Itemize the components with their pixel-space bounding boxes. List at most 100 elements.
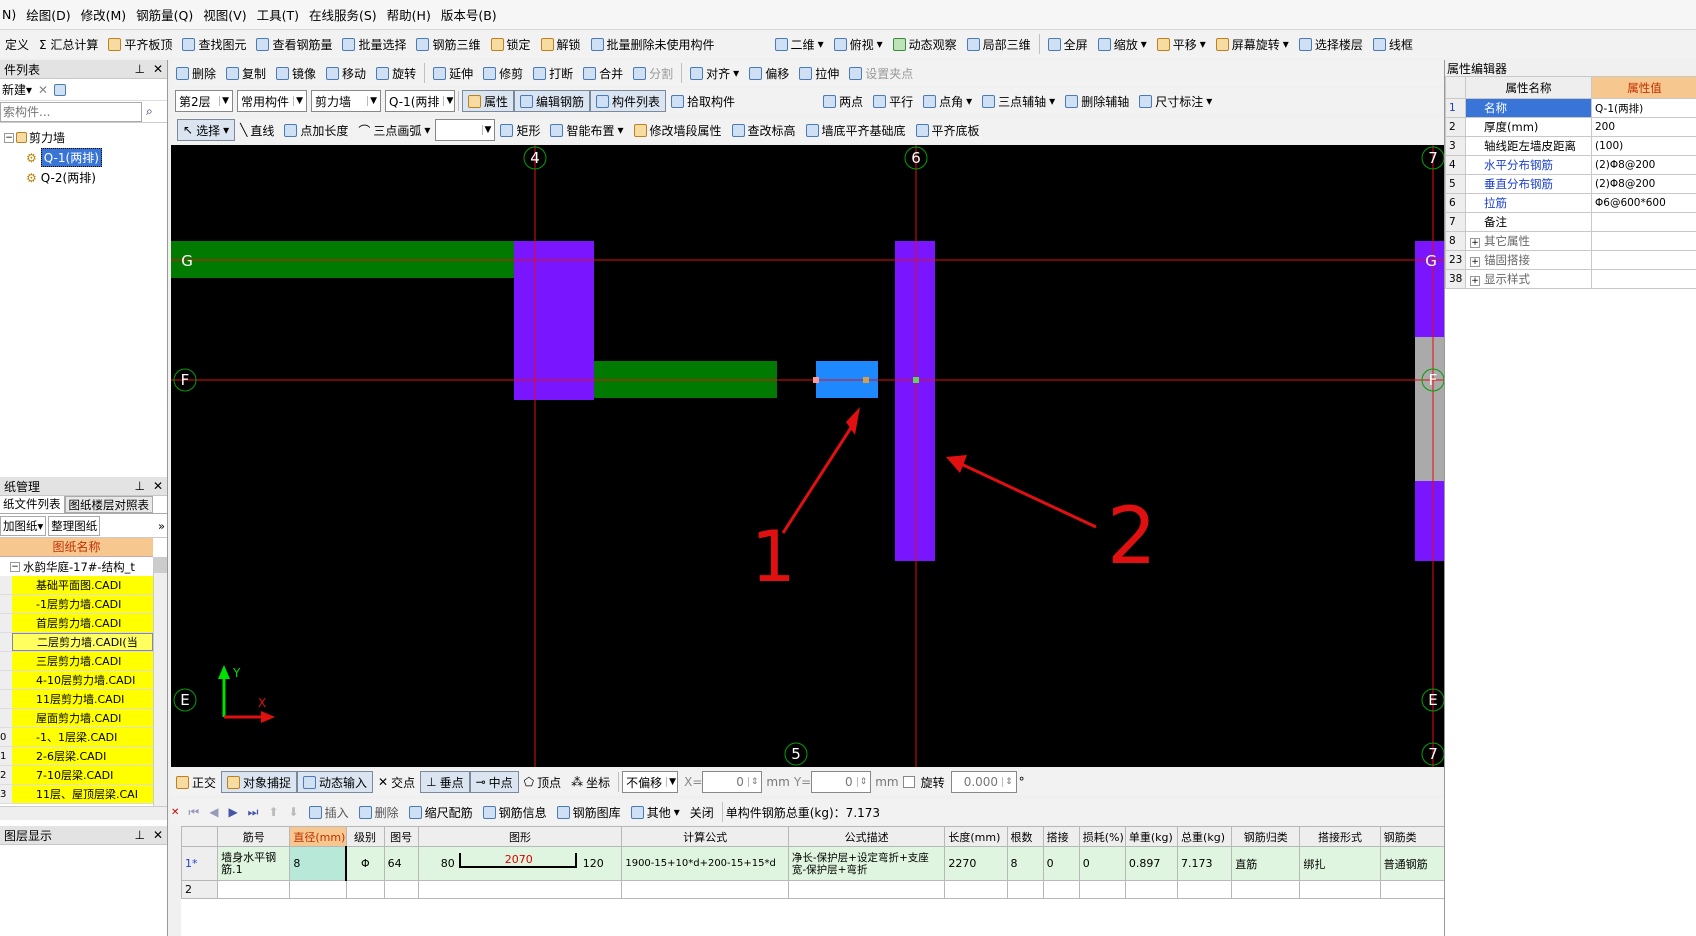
drawing-canvas[interactable]: 4 6 7 5 7 G F E G F E Y X 1 2 <box>171 145 1444 767</box>
y-input[interactable]: 0 ⇕ <box>811 771 872 793</box>
delete-row-button[interactable]: 删除 <box>354 801 404 823</box>
set-grip-button[interactable]: 设置夹点 <box>844 62 918 84</box>
drawing-list-item[interactable]: 首层剪力墙.CADI <box>0 614 153 633</box>
fullscreen-button[interactable]: 全屏 <box>1043 33 1093 55</box>
more-icon[interactable]: » <box>158 519 165 533</box>
other-button[interactable]: 其他 ▾ <box>626 801 685 823</box>
rebar-3d-button[interactable]: 钢筋三维 <box>411 33 485 55</box>
property-value[interactable] <box>1591 269 1696 289</box>
break-button[interactable]: 打断 <box>528 62 578 84</box>
up-icon[interactable]: ⬆ <box>268 805 278 819</box>
object-snap-toggle[interactable]: 对象捕捉 <box>221 771 298 793</box>
copy-icon[interactable] <box>54 83 67 96</box>
property-row[interactable]: 23 + 锚固搭接 <box>1445 250 1696 270</box>
figure-no-cell[interactable]: 64 <box>383 846 419 881</box>
top-view-button[interactable]: 俯视 ▾ <box>829 33 888 55</box>
axis-bubble-6[interactable]: 6 <box>904 146 928 170</box>
menu-item-help[interactable]: 帮助(H) <box>387 5 431 24</box>
menu-item-rebar-quantity[interactable]: 钢筋量(Q) <box>136 5 193 24</box>
drawing-group[interactable]: − 水韵华庭-17#-结构_t <box>0 557 153 576</box>
add-drawing-button[interactable]: 加图纸▾ <box>0 515 47 536</box>
component-search-input[interactable] <box>0 101 142 122</box>
insert-button[interactable]: 插入 <box>304 801 354 823</box>
drawing-list-item[interactable]: 2 7-10层梁.CADI <box>0 766 153 785</box>
point-angle-button[interactable]: 点角 ▾ <box>918 90 977 112</box>
floor-select[interactable]: 第2层 ▼ <box>175 90 233 112</box>
find-element-button[interactable]: 查找图元 <box>177 33 251 55</box>
close-button[interactable]: 关闭 <box>685 801 719 823</box>
dimension-button[interactable]: 尺寸标注 ▾ <box>1134 90 1217 112</box>
unit-weight-cell[interactable]: 0.897 <box>1124 846 1179 881</box>
coordinate-snap[interactable]: ⁂ 坐标 <box>566 771 615 793</box>
select-button[interactable]: ↖ 选择 ▾ <box>177 119 236 141</box>
delete-axis-button[interactable]: 删除辅轴 <box>1060 90 1134 112</box>
drawing-list-item[interactable]: 4-10层剪力墙.CADI <box>0 671 153 690</box>
drawing-list-item[interactable]: 1 2-6层梁.CADI <box>0 747 153 766</box>
drawing-list-item[interactable]: 三层剪力墙.CADI <box>0 652 153 671</box>
property-row[interactable]: 6 拉筋 Φ6@600*600 <box>1445 193 1696 213</box>
property-value[interactable]: (100) <box>1591 136 1696 156</box>
component-list-button[interactable]: 构件列表 <box>590 90 667 112</box>
perpendicular-snap[interactable]: ⊥ 垂点 <box>420 771 470 793</box>
properties-button[interactable]: 属性 <box>462 90 515 112</box>
axis-bubble-5[interactable]: 5 <box>784 742 808 766</box>
lap-cell[interactable]: 0 <box>1042 846 1080 881</box>
property-row[interactable]: 3 轴线距左墙皮距离 (100) <box>1445 136 1696 156</box>
menu-item-n[interactable]: N) <box>2 7 16 22</box>
grade-cell[interactable]: Φ <box>345 846 385 881</box>
axis-bubble-e-right[interactable]: E <box>1421 688 1444 712</box>
pin-icon[interactable]: ⊥ <box>134 62 144 76</box>
loss-cell[interactable]: 0 <box>1078 846 1126 881</box>
drawing-list-item[interactable]: 3 11层、屋顶层梁.CAI <box>0 785 153 804</box>
length-cell[interactable]: 2270 <box>944 846 1008 881</box>
purple-wall-vertical[interactable] <box>895 241 935 561</box>
expand-icon[interactable]: + <box>1470 276 1480 286</box>
gray-wall-right[interactable] <box>1415 337 1444 481</box>
lock-button[interactable]: 锁定 <box>486 33 536 55</box>
wireframe-button[interactable]: 线框 <box>1368 33 1418 55</box>
rebar-library-button[interactable]: 钢筋图库 <box>552 801 626 823</box>
trim-button[interactable]: 修剪 <box>478 62 528 84</box>
property-value[interactable]: (2)Φ8@200 <box>1591 155 1696 175</box>
axis-bubble-7-bottom[interactable]: 7 <box>1421 742 1444 766</box>
pick-component-button[interactable]: 拾取构件 <box>666 90 740 112</box>
tree-item-q2[interactable]: ⚙ Q-2(两排) <box>26 169 167 186</box>
menu-item-online-service[interactable]: 在线服务(S) <box>309 5 377 24</box>
ortho-toggle[interactable]: 正交 <box>171 771 221 793</box>
two-point-axis-button[interactable]: 两点 <box>818 90 868 112</box>
formula-desc-cell[interactable]: 净长-保护层+设定弯折+支座宽-保护层+弯折 <box>787 846 946 881</box>
extend-button[interactable]: 延伸 <box>428 62 478 84</box>
diameter-cell[interactable]: 8 <box>289 846 348 881</box>
drawing-list-item[interactable]: 二层剪力墙.CADI(当 <box>0 633 153 652</box>
pin-icon[interactable]: ⊥ <box>134 479 144 493</box>
property-value[interactable] <box>1591 250 1696 270</box>
modify-wall-segment-button[interactable]: 修改墙段属性 <box>629 119 727 141</box>
arc-option-select[interactable]: ▼ <box>435 119 496 141</box>
select-floor-button[interactable]: 选择楼层 <box>1294 33 1368 55</box>
line-button[interactable]: ╲ 直线 <box>235 119 279 141</box>
lap-type-cell[interactable]: 绑扎 <box>1299 846 1381 881</box>
2d-view-dropdown[interactable]: 二维 ▾ <box>770 33 829 55</box>
property-row[interactable]: 8 + 其它属性 <box>1445 231 1696 251</box>
unlock-button[interactable]: 解锁 <box>536 33 586 55</box>
rotate-checkbox[interactable] <box>902 776 915 788</box>
prev-icon[interactable]: ◀ <box>209 805 218 819</box>
parallel-axis-button[interactable]: 平行 <box>868 90 918 112</box>
rotate-button[interactable]: 旋转 <box>371 62 421 84</box>
search-icon[interactable]: ⌕ <box>146 104 153 119</box>
rectangle-button[interactable]: 矩形 <box>495 119 545 141</box>
mirror-button[interactable]: 镜像 <box>271 62 321 84</box>
collapse-icon[interactable]: − <box>10 561 20 572</box>
align-button[interactable]: 对齐 ▾ <box>685 62 744 84</box>
stretch-button[interactable]: 拉伸 <box>794 62 844 84</box>
pan-button[interactable]: 平移 ▾ <box>1152 33 1211 55</box>
table-row[interactable]: 2 <box>181 880 1444 899</box>
intersection-snap[interactable]: ✕ 交点 <box>373 771 420 793</box>
smart-layout-button[interactable]: 智能布置 ▾ <box>545 119 628 141</box>
horizontal-scrollbar[interactable] <box>0 806 167 820</box>
rebar-info-button[interactable]: 钢筋信息 <box>478 801 552 823</box>
expand-icon[interactable]: + <box>1470 238 1480 248</box>
axis-bubble-7-top[interactable]: 7 <box>1421 146 1444 170</box>
edit-rebar-button[interactable]: 编辑钢筋 <box>514 90 591 112</box>
drawing-list-item[interactable]: -1层剪力墙.CADI <box>0 595 153 614</box>
